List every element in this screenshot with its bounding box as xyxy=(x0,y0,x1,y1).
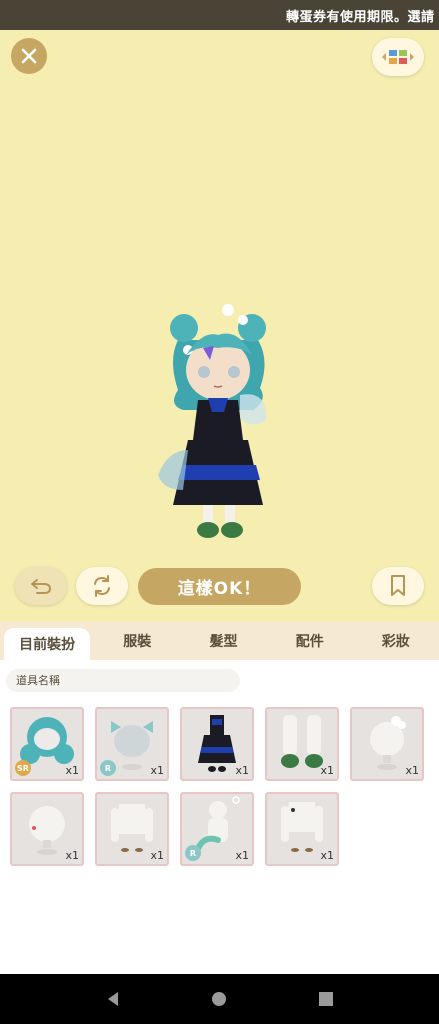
item-quantity: x1 xyxy=(150,764,164,777)
tab-clothing[interactable]: 服裝 xyxy=(94,622,180,660)
recents-icon[interactable] xyxy=(317,990,335,1008)
tab-makeup[interactable]: 彩妝 xyxy=(353,622,439,660)
item-quantity: x1 xyxy=(405,764,419,777)
tab-accessories[interactable]: 配件 xyxy=(267,622,353,660)
home-icon[interactable] xyxy=(210,990,228,1008)
color-grid-icon xyxy=(382,50,414,64)
item-quantity: x1 xyxy=(65,764,79,777)
item-card[interactable]: x1 xyxy=(350,707,424,781)
randomize-button[interactable] xyxy=(76,567,128,605)
item-quantity: x1 xyxy=(320,849,334,862)
undo-icon xyxy=(31,579,52,594)
rarity-badge: R xyxy=(185,845,201,861)
close-icon xyxy=(21,48,37,64)
announcement-ticker: 轉蛋券有使用期限。選請 xyxy=(286,10,435,25)
tab-hairstyle[interactable]: 髮型 xyxy=(180,622,266,660)
tab-current-outfit[interactable]: 目前裝扮 xyxy=(4,628,91,660)
item-card[interactable]: x1 xyxy=(10,792,84,866)
rarity-badge: SR xyxy=(15,760,31,776)
item-card[interactable]: x1 xyxy=(95,792,169,866)
item-quantity: x1 xyxy=(235,849,249,862)
item-card[interactable]: SR x1 xyxy=(10,707,84,781)
item-panel: 道具名稱 SR x1 R x1 x1 x1 x1 x1 x1 R x1 x1 xyxy=(0,660,439,974)
bookmark-button[interactable] xyxy=(372,567,424,605)
item-card[interactable]: x1 xyxy=(265,792,339,866)
color-palette-button[interactable] xyxy=(372,38,424,76)
item-card[interactable]: R x1 xyxy=(95,707,169,781)
close-button[interactable] xyxy=(11,38,47,74)
avatar-character xyxy=(158,304,267,538)
item-name-field[interactable]: 道具名稱 xyxy=(6,669,240,692)
rarity-badge: R xyxy=(100,760,116,776)
bookmark-icon xyxy=(391,575,405,596)
back-icon[interactable] xyxy=(104,990,122,1008)
category-tabs: 目前裝扮 服裝 髮型 配件 彩妝 xyxy=(0,622,439,660)
item-quantity: x1 xyxy=(235,764,249,777)
item-quantity: x1 xyxy=(320,764,334,777)
confirm-ok-button[interactable]: 這樣OK！ xyxy=(138,568,301,605)
item-card[interactable]: R x1 xyxy=(180,792,254,866)
refresh-icon xyxy=(94,575,110,597)
item-quantity: x1 xyxy=(65,849,79,862)
system-navigation-bar xyxy=(0,974,439,1024)
announcement-bar: 轉蛋券有使用期限。選請 xyxy=(0,0,439,30)
item-quantity: x1 xyxy=(150,849,164,862)
item-card[interactable]: x1 xyxy=(265,707,339,781)
undo-button[interactable] xyxy=(15,567,67,605)
item-card[interactable]: x1 xyxy=(180,707,254,781)
